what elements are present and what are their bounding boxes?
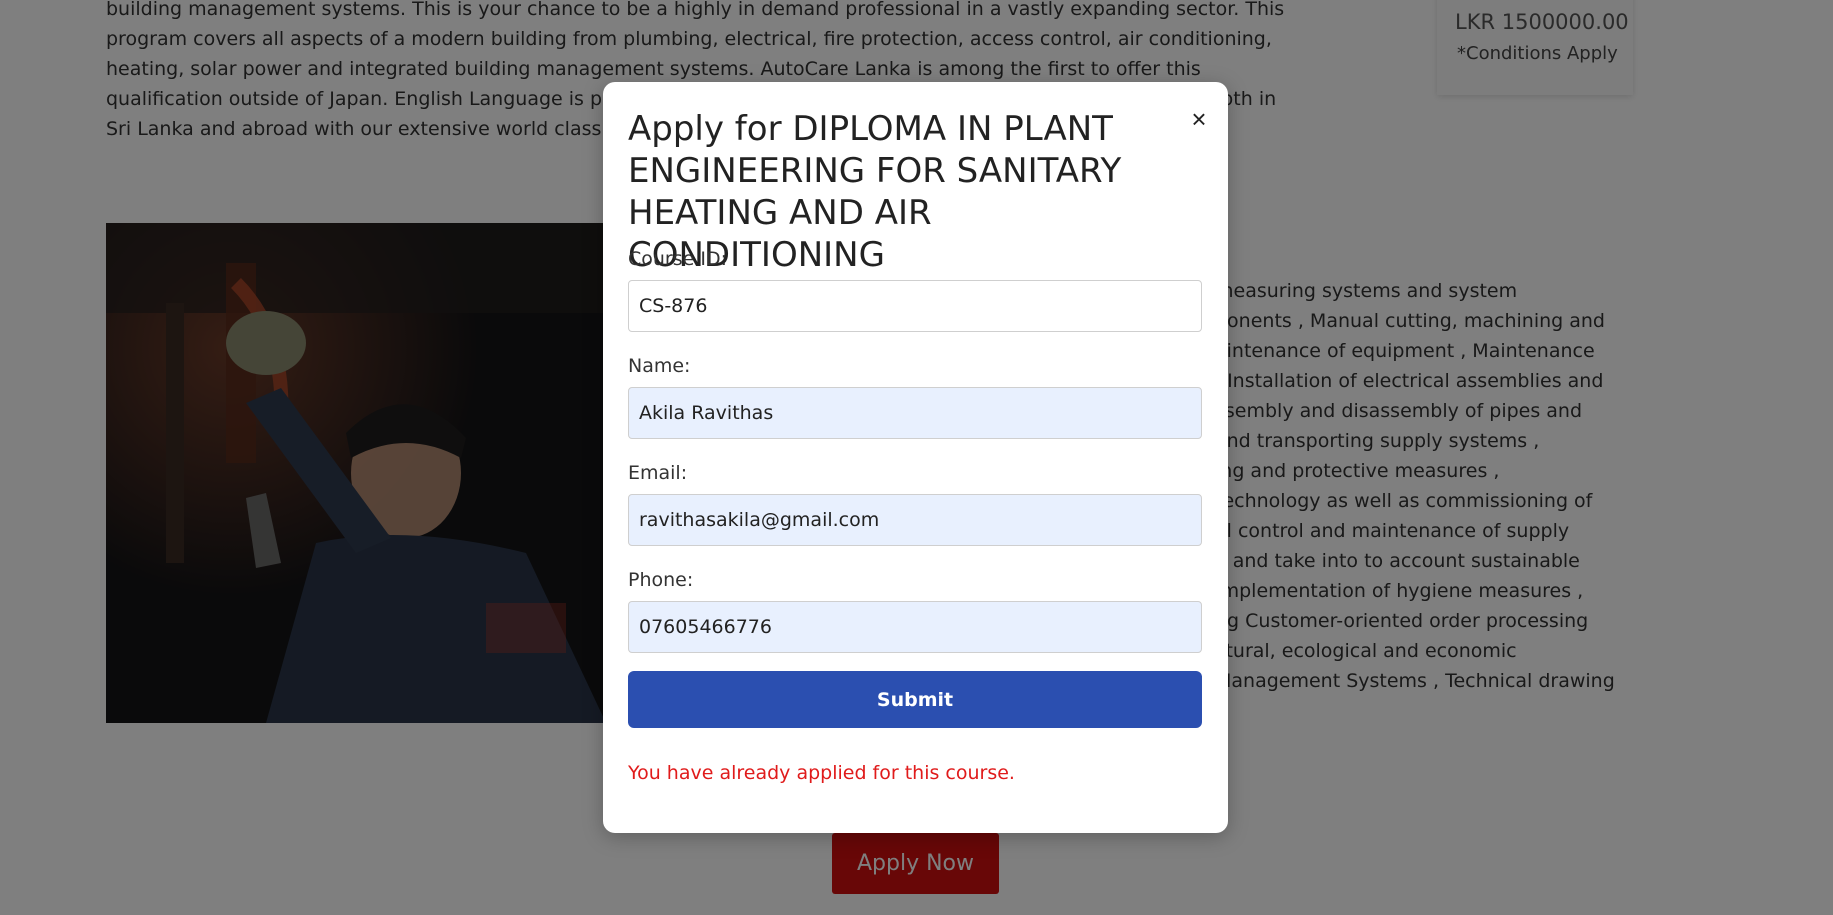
already-applied-error: You have already applied for this course…: [628, 762, 1015, 784]
name-label: Name:: [628, 355, 691, 377]
phone-label: Phone:: [628, 569, 694, 591]
course-id-input[interactable]: [628, 280, 1202, 332]
course-page: building management systems. This is you…: [0, 0, 1833, 915]
application-modal: Apply for DIPLOMA IN PLANT ENGINEERING F…: [603, 82, 1228, 833]
phone-input[interactable]: [628, 601, 1202, 653]
email-input[interactable]: [628, 494, 1202, 546]
close-icon[interactable]: ×: [1186, 106, 1212, 132]
course-id-label: Course ID:: [628, 248, 728, 270]
email-label: Email:: [628, 462, 688, 484]
name-input[interactable]: [628, 387, 1202, 439]
submit-button[interactable]: Submit: [628, 671, 1202, 728]
